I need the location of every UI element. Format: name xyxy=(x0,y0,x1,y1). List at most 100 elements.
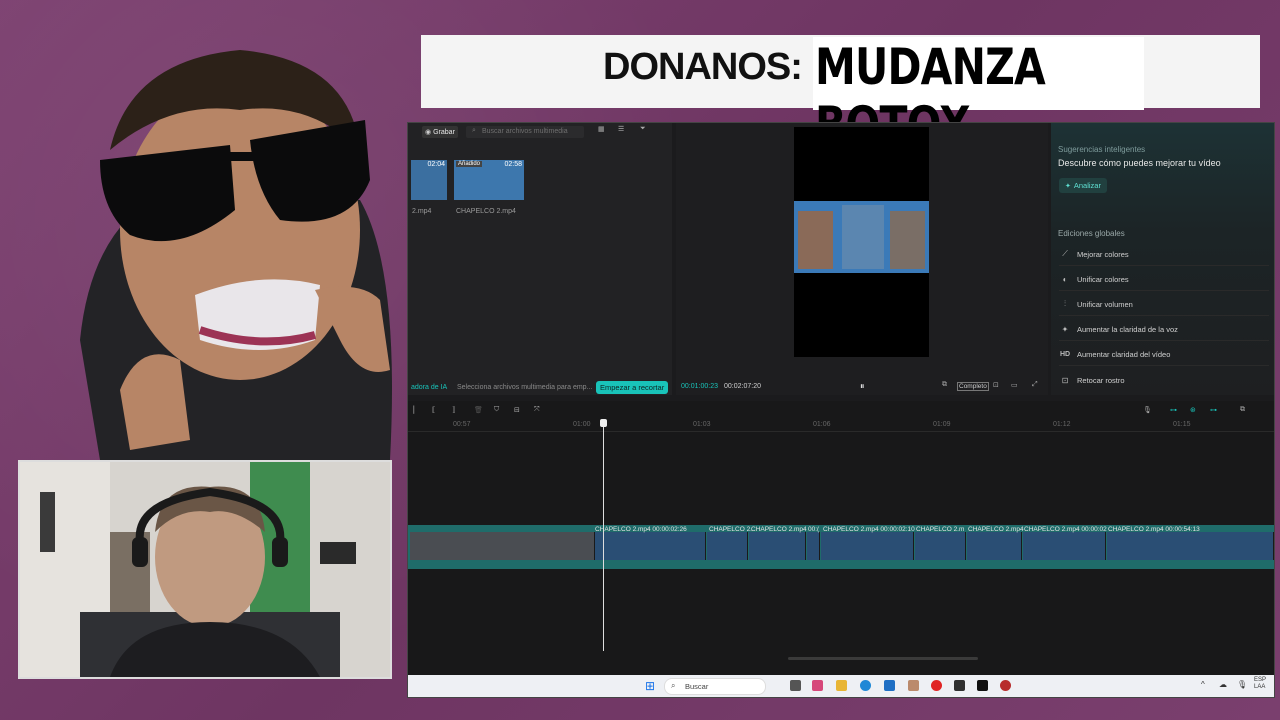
thumb2-duration: 02:58 xyxy=(504,161,522,168)
link-icon[interactable]: ⊶ xyxy=(1170,406,1177,414)
global-edit-item[interactable]: ⫶ Unificar volumen xyxy=(1059,293,1269,316)
analyze-button[interactable]: ✦ Analizar xyxy=(1059,178,1107,193)
windows-start-icon[interactable]: ⊞ xyxy=(645,679,655,693)
ruler-tick: 01:06 xyxy=(813,421,831,428)
clip-label: CHAPELCO 2. xyxy=(709,526,752,533)
taskbar: ⊞ ⌕ Buscar ^ ☁ 🎙 ESP LAA xyxy=(408,675,1274,697)
delete-icon[interactable]: 🗑 xyxy=(474,406,483,414)
taskbar-search[interactable]: ⌕ Buscar xyxy=(664,678,766,695)
timeline-clip[interactable] xyxy=(1023,532,1106,560)
filter-icon[interactable]: ⏷ xyxy=(640,125,646,133)
magnet-icon[interactable]: ⊛ xyxy=(1190,406,1196,414)
clip-label: CHAPELCO 2.mp4 00:00:02:26 xyxy=(595,526,687,533)
playhead[interactable] xyxy=(603,421,604,651)
preview-video-frame xyxy=(794,201,929,273)
analyze-button-label: Analizar xyxy=(1073,181,1101,190)
media-search-field[interactable]: ⌕ Buscar archivos multimedia xyxy=(466,126,584,138)
timeline-clip[interactable] xyxy=(749,532,806,560)
clip-label: 00:( xyxy=(808,526,820,533)
tray-chevron-icon[interactable]: ^ xyxy=(1201,680,1205,689)
snapshot-icon[interactable]: ⊡ xyxy=(993,381,999,389)
smart-title: Sugerencias inteligentes xyxy=(1058,145,1146,154)
global-edit-label: Retocar rostro xyxy=(1077,375,1125,385)
timeline-clip[interactable] xyxy=(595,532,706,560)
tab-record[interactable]: ◉ Grabar xyxy=(422,126,458,138)
timeline-scrollbar[interactable] xyxy=(788,657,978,660)
transform-icon[interactable]: ⤧ xyxy=(534,406,540,414)
opera-icon[interactable] xyxy=(931,680,942,691)
ratio-button[interactable]: Completo xyxy=(957,382,989,391)
timeline-clip[interactable] xyxy=(967,532,1022,560)
lang-top: ESP xyxy=(1254,677,1267,683)
sliders-icon: ⫶ xyxy=(1064,299,1066,308)
task-view-icon[interactable] xyxy=(790,680,801,691)
timeline-ruler: 00:57 01:00 01:03 01:06 01:09 01:12 01:1… xyxy=(408,419,1274,432)
added-badge: Añadido xyxy=(456,161,483,167)
freeze-icon[interactable]: ⊟ xyxy=(514,406,520,414)
total-time: 00:02:07:20 xyxy=(724,383,761,390)
trim-right-icon[interactable]: ⟧ xyxy=(452,406,455,414)
fullscreen-icon[interactable]: ⤢ xyxy=(1032,381,1038,389)
media-thumbnail-1[interactable]: 02:04 xyxy=(411,160,447,200)
store-icon[interactable] xyxy=(884,680,895,691)
terminal-icon[interactable] xyxy=(954,680,965,691)
banner-label: DONANOS: xyxy=(603,46,803,88)
crop-icon[interactable]: ⧉ xyxy=(942,381,947,389)
clip-label: CHAPELCO 2.mp4 00:00:02:10 xyxy=(823,526,915,533)
app-icon[interactable] xyxy=(908,680,919,691)
clip-label: CHAPELCO 2.mp4 00:00:54:13 xyxy=(1108,526,1200,533)
tab-record-label: Grabar xyxy=(433,128,455,136)
microphone-icon[interactable]: 🎙 xyxy=(1143,406,1152,414)
grid-view-icon[interactable]: ▦ xyxy=(598,125,605,133)
ruler-tick: 01:00 xyxy=(573,421,591,428)
global-edit-item[interactable]: ✦ Aumentar la claridad de la voz xyxy=(1059,318,1269,341)
global-edit-label: Unificar colores xyxy=(1077,274,1129,284)
media-panel: ◉ Grabar ⌕ Buscar archivos multimedia ▦ … xyxy=(408,123,672,395)
snap-icon[interactable]: ⊶ xyxy=(1210,406,1217,414)
mic-tray-icon[interactable]: 🎙 xyxy=(1237,680,1247,689)
preview-panel: 00:01:00:23 00:02:07:20 ⏸ ⧉ Completo ⊡ ▭… xyxy=(676,123,1048,395)
capcut-icon[interactable] xyxy=(977,680,988,691)
marker-icon[interactable]: ⛉ xyxy=(494,406,499,414)
timeline-clip[interactable] xyxy=(807,532,820,560)
global-edit-item[interactable]: ⟋ Mejorar colores xyxy=(1059,243,1269,266)
language-indicator[interactable]: ESP LAA xyxy=(1254,677,1266,691)
start-crop-button[interactable]: Empezar a recortar xyxy=(596,381,669,394)
taskbar-search-placeholder: Buscar xyxy=(685,682,709,691)
palette-icon: ◐ xyxy=(1062,274,1068,284)
timeline-clip[interactable] xyxy=(821,532,914,560)
preview-canvas[interactable] xyxy=(794,127,929,357)
magic-wand-icon: ⟋ xyxy=(1062,249,1068,258)
pause-icon[interactable]: ⏸ xyxy=(860,381,865,392)
edge-icon[interactable] xyxy=(860,680,871,691)
global-edit-label: Aumentar la claridad de la voz xyxy=(1077,324,1178,334)
global-edit-label: Mejorar colores xyxy=(1077,249,1129,259)
clip-label: CHAPELCO 2.mp4 00:00:02 xyxy=(1024,526,1107,533)
timeline-clip[interactable] xyxy=(707,532,748,560)
cloud-icon[interactable]: ☁ xyxy=(1219,680,1227,689)
global-edit-item[interactable]: ⊡ Retocar rostro xyxy=(1059,369,1269,391)
timeline-clip[interactable] xyxy=(410,532,595,560)
trim-left-icon[interactable]: ⟦ xyxy=(432,406,435,414)
sort-icon[interactable]: ☰ xyxy=(618,125,624,133)
timeline-clip[interactable] xyxy=(915,532,966,560)
streamer-image xyxy=(80,50,392,460)
quality-icon[interactable]: ▭ xyxy=(1011,381,1018,389)
file-explorer-icon[interactable] xyxy=(836,680,847,691)
clip-label: CHAPELCO 2.mp4 xyxy=(968,526,1024,533)
retouch-icon: ⊡ xyxy=(1061,375,1069,385)
playhead-handle[interactable] xyxy=(600,419,607,427)
zoom-icon[interactable]: ⧉ xyxy=(1240,406,1245,414)
smart-subtitle: Descubre cómo puedes mejorar tu vídeo xyxy=(1058,158,1221,168)
media-thumbnail-2[interactable]: Añadido 02:58 xyxy=(454,160,524,200)
browser-icon[interactable] xyxy=(1000,680,1011,691)
global-edit-item[interactable]: ◐ Unificar colores xyxy=(1059,268,1269,291)
clip-label: CHAPELCO 2.m xyxy=(916,526,965,533)
ai-hint: Selecciona archivos multimedia para emp.… xyxy=(457,384,593,391)
timeline-clip[interactable] xyxy=(1107,532,1274,560)
global-edit-item[interactable]: HD Aumentar claridad del vídeo xyxy=(1059,343,1269,366)
split-icon[interactable]: ⎮ xyxy=(412,406,416,414)
video-track[interactable]: CHAPELCO 2.mp4 00:00:02:26 CHAPELCO 2. C… xyxy=(408,525,1274,569)
webcam-image xyxy=(20,462,390,677)
copilot-icon[interactable] xyxy=(812,680,823,691)
